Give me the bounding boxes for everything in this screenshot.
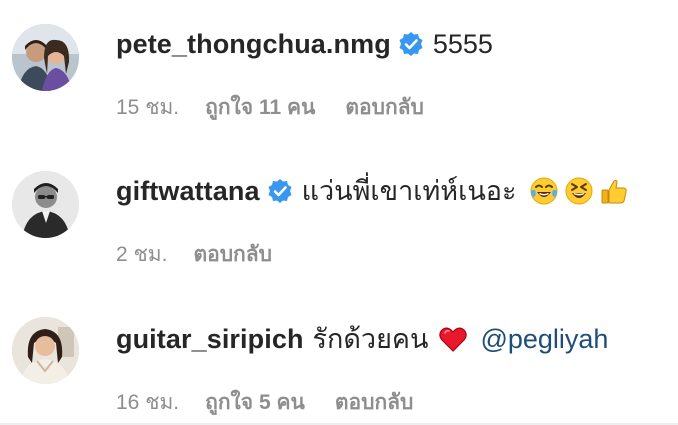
comment-text: รักด้วยคน [312,324,429,354]
avatar[interactable] [12,24,79,91]
verified-badge-icon [267,178,293,204]
comment-meta: 15 ชม. ถูกใจ 11 คน ตอบกลับ [116,95,424,121]
comment-time[interactable]: 15 ชม. [116,95,179,121]
comment-body: giftwattana แว่นพี่เขาเท่ห์เนอะ [116,174,629,208]
comment-body: pete_thongchua.nmg 5555 [116,27,493,61]
comment-likes[interactable]: ถูกใจ 11 คน [205,95,315,121]
reply-button[interactable]: ตอบกลับ [193,242,272,268]
comment-meta: 16 ชม. ถูกใจ 5 คน ตอบกลับ [116,390,413,416]
comment-text: 5555 [432,29,493,59]
comment-time[interactable]: 2 ชม. [116,242,167,268]
avatar[interactable] [12,317,79,384]
reply-button[interactable]: ตอบกลับ [335,390,414,416]
comment-time[interactable]: 16 ชม. [116,390,179,416]
red-heart-icon [438,324,468,354]
comment-body: guitar_siripich รักด้วยคน @pegliyah [116,322,608,356]
grinning-squinting-face-icon [564,176,594,206]
comment-meta: 2 ชม. ตอบกลับ [116,242,272,268]
reply-button[interactable]: ตอบกลับ [345,95,424,121]
mention-link[interactable]: @pegliyah [480,322,608,356]
username-link[interactable]: guitar_siripich [116,322,304,356]
avatar[interactable] [12,171,79,238]
comment-likes[interactable]: ถูกใจ 5 คน [205,390,305,416]
username-link[interactable]: giftwattana [116,174,260,208]
face-with-tears-of-joy-icon [529,176,559,206]
comment-text: แว่นพี่เขาเท่ห์เนอะ [301,176,517,206]
verified-badge-icon [398,31,424,57]
thumbs-up-icon [599,176,629,206]
username-link[interactable]: pete_thongchua.nmg [116,27,391,61]
